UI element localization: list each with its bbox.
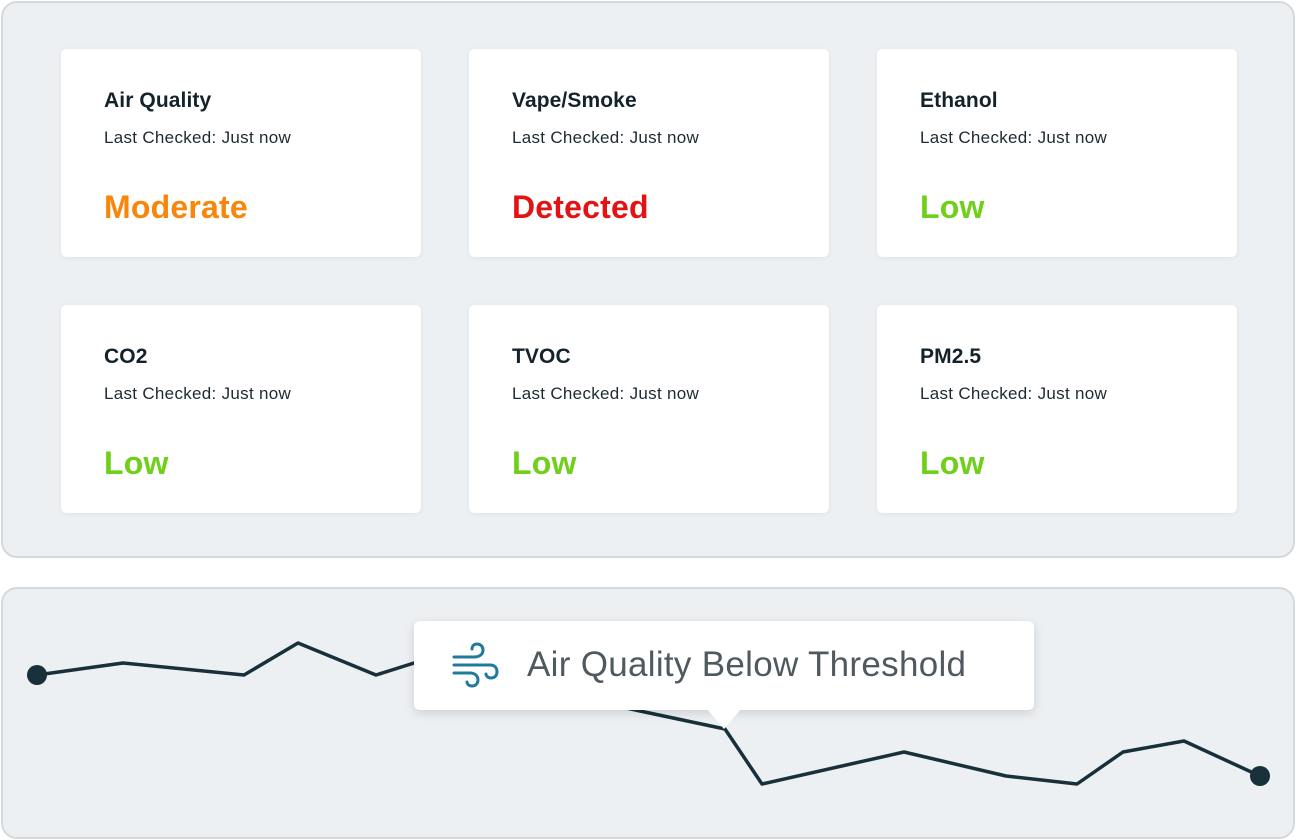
card-pm25[interactable]: PM2.5 Last Checked: Just now Low [877,305,1237,513]
card-title: PM2.5 [920,345,982,368]
card-title: Air Quality [104,89,212,112]
card-title: Vape/Smoke [512,89,637,112]
card-air-quality[interactable]: Air Quality Last Checked: Just now Moder… [61,49,421,257]
trend-chart-panel: Air Quality Below Threshold [1,587,1295,839]
card-vape-smoke[interactable]: Vape/Smoke Last Checked: Just now Detect… [469,49,829,257]
card-title: Ethanol [920,89,998,112]
card-title: TVOC [512,345,571,368]
tooltip-pointer [707,709,741,729]
card-co2[interactable]: CO2 Last Checked: Just now Low [61,305,421,513]
card-status: Moderate [104,189,248,225]
card-title: CO2 [104,345,148,368]
card-last-checked: Last Checked: Just now [512,384,700,403]
wind-icon [452,642,499,688]
sensor-cards-panel: Air Quality Last Checked: Just now Moder… [1,1,1295,558]
trend-start-point [27,665,47,685]
card-last-checked: Last Checked: Just now [512,128,700,147]
alert-message: Air Quality Below Threshold [527,645,967,684]
card-tvoc[interactable]: TVOC Last Checked: Just now Low [469,305,829,513]
card-last-checked: Last Checked: Just now [104,384,292,403]
card-last-checked: Last Checked: Just now [920,384,1108,403]
card-last-checked: Last Checked: Just now [920,128,1108,147]
threshold-alert-tooltip[interactable]: Air Quality Below Threshold [414,621,1034,729]
card-status: Low [512,445,577,481]
card-status: Detected [512,189,649,225]
card-last-checked: Last Checked: Just now [104,128,292,147]
card-status: Low [104,445,169,481]
card-status: Low [920,445,985,481]
card-status: Low [920,189,985,225]
trend-end-point [1250,766,1270,786]
card-ethanol[interactable]: Ethanol Last Checked: Just now Low [877,49,1237,257]
